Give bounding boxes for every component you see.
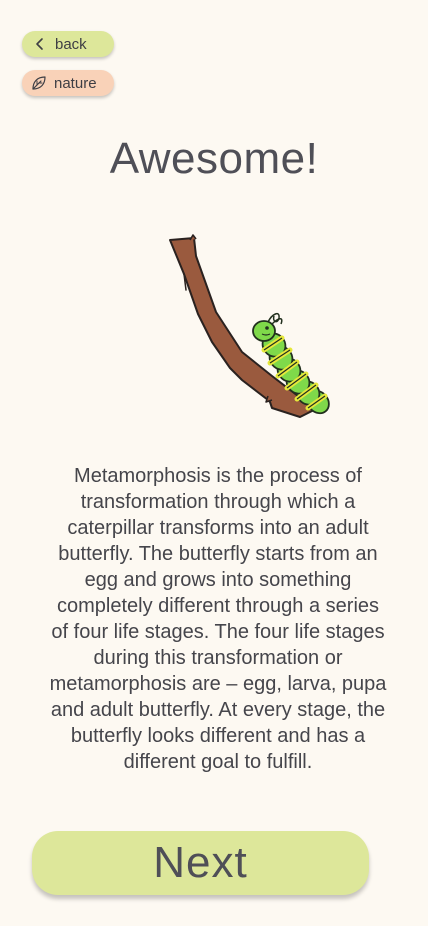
caterpillar-head bbox=[252, 320, 276, 342]
next-button[interactable]: Next bbox=[32, 831, 369, 895]
category-chip-nature[interactable]: nature bbox=[22, 70, 114, 96]
description-text: Metamorphosis is the process of transfor… bbox=[49, 465, 387, 773]
page-title: Awesome! bbox=[109, 134, 319, 183]
caterpillar-illustration bbox=[169, 234, 330, 418]
chevron-left-icon bbox=[31, 35, 49, 53]
leaf-icon bbox=[30, 74, 48, 92]
back-button-label: back bbox=[55, 35, 87, 53]
back-button[interactable]: back bbox=[22, 31, 114, 57]
category-chip-label: nature bbox=[54, 74, 97, 92]
